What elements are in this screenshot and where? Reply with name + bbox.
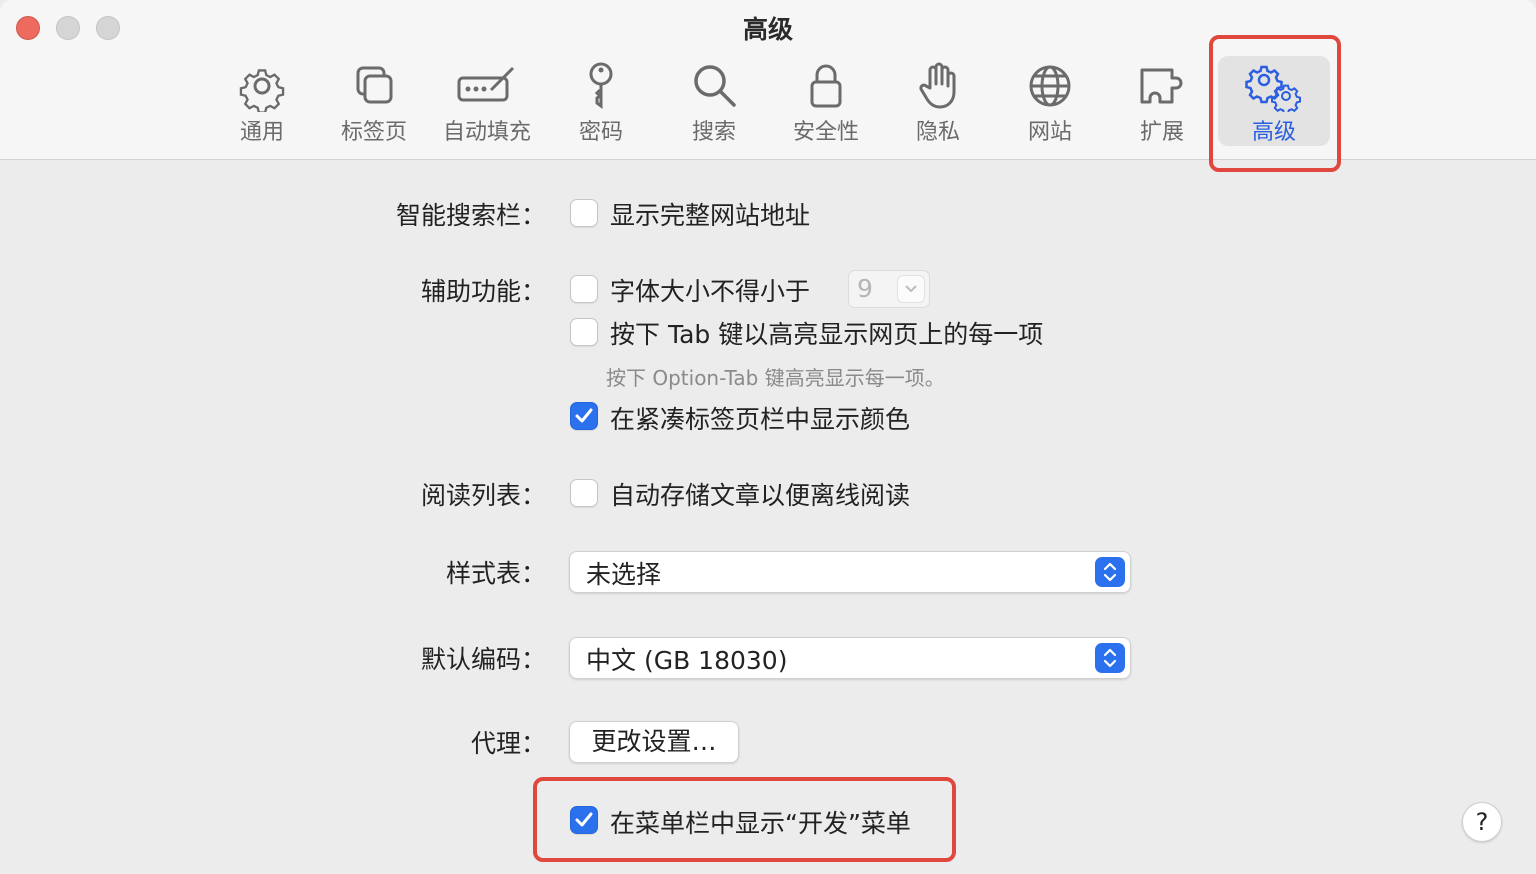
tab-autofill[interactable]: 自动填充	[431, 56, 543, 146]
change-proxy-settings-button[interactable]: 更改设置…	[569, 721, 739, 763]
checkmark-icon	[575, 812, 593, 827]
globe-icon	[1029, 65, 1071, 107]
tab-privacy[interactable]: 隐私	[882, 56, 994, 146]
min-font-size-popup[interactable]: 9	[848, 270, 930, 308]
annotation-highlight-advanced-tab	[1209, 35, 1341, 172]
tab-extensions[interactable]: 扩展	[1106, 56, 1218, 146]
accessibility-label: 辅助功能：	[420, 277, 546, 306]
option-tab-hint: 按下 Option-Tab 键高亮显示每一项。	[606, 366, 945, 390]
lock-icon	[810, 64, 842, 108]
checkmark-icon	[575, 408, 593, 423]
min-font-size-value: 9	[857, 274, 873, 303]
tab-label: 网站	[1027, 120, 1072, 145]
updown-chevron-icon	[1095, 643, 1125, 673]
tab-label: 自动填充	[442, 120, 531, 145]
show-full-address-text: 显示完整网站地址	[610, 201, 811, 230]
tab-search[interactable]: 搜索	[658, 56, 770, 146]
tab-tabs[interactable]: 标签页	[318, 56, 430, 146]
gear-icon	[239, 69, 285, 112]
min-font-size-checkbox[interactable]	[570, 275, 598, 303]
tab-label: 扩展	[1139, 120, 1184, 145]
tab-label: 通用	[239, 120, 284, 145]
tab-label: 标签页	[340, 120, 407, 145]
updown-chevron-icon	[1095, 557, 1125, 587]
min-font-size-text: 字体大小不得小于	[610, 277, 811, 306]
tab-label: 安全性	[792, 120, 859, 145]
help-button[interactable]: ?	[1462, 802, 1502, 842]
search-icon	[694, 65, 736, 107]
save-offline-checkbox[interactable]	[570, 479, 598, 507]
chevron-down-icon	[897, 275, 925, 303]
encoding-label: 默认编码：	[420, 645, 546, 674]
save-offline-text: 自动存储文章以便离线阅读	[610, 481, 911, 510]
stylesheet-label: 样式表：	[445, 559, 546, 588]
encoding-value: 中文 (GB 18030)	[586, 646, 788, 675]
tab-passwords[interactable]: 密码	[545, 56, 657, 146]
tab-highlight-checkbox[interactable]	[570, 318, 598, 346]
stylesheet-popup[interactable]: 未选择	[569, 551, 1131, 593]
proxy-label: 代理：	[470, 729, 546, 758]
show-develop-menu-text: 在菜单栏中显示“开发”菜单	[610, 809, 911, 838]
tab-security[interactable]: 安全性	[770, 56, 882, 146]
safari-settings-window: 高级 通用 标签页 自动填充 密码 搜索 安全性 隐私 网站 扩展 高级 智能搜…	[0, 0, 1536, 874]
compact-tab-color-checkbox[interactable]	[570, 402, 598, 430]
tab-highlight-text: 按下 Tab 键以高亮显示网页上的每一项	[610, 320, 1044, 349]
hand-icon	[919, 62, 956, 109]
key-icon	[589, 62, 613, 109]
reading-list-label: 阅读列表：	[420, 481, 546, 510]
tab-label: 密码	[578, 120, 623, 145]
autofill-icon	[457, 66, 515, 102]
smart-search-label: 智能搜索栏：	[395, 201, 546, 230]
stylesheet-value: 未选择	[586, 560, 662, 589]
show-develop-menu-checkbox[interactable]	[570, 806, 598, 834]
tab-label: 隐私	[915, 120, 960, 145]
encoding-popup[interactable]: 中文 (GB 18030)	[569, 637, 1131, 679]
tab-websites[interactable]: 网站	[994, 56, 1106, 146]
tab-general[interactable]: 通用	[206, 56, 318, 146]
tab-label: 搜索	[691, 120, 736, 145]
show-full-address-checkbox[interactable]	[570, 199, 598, 227]
tabs-icon	[356, 66, 393, 104]
puzzle-icon	[1140, 68, 1183, 104]
compact-tab-color-text: 在紧凑标签页栏中显示颜色	[610, 405, 911, 434]
